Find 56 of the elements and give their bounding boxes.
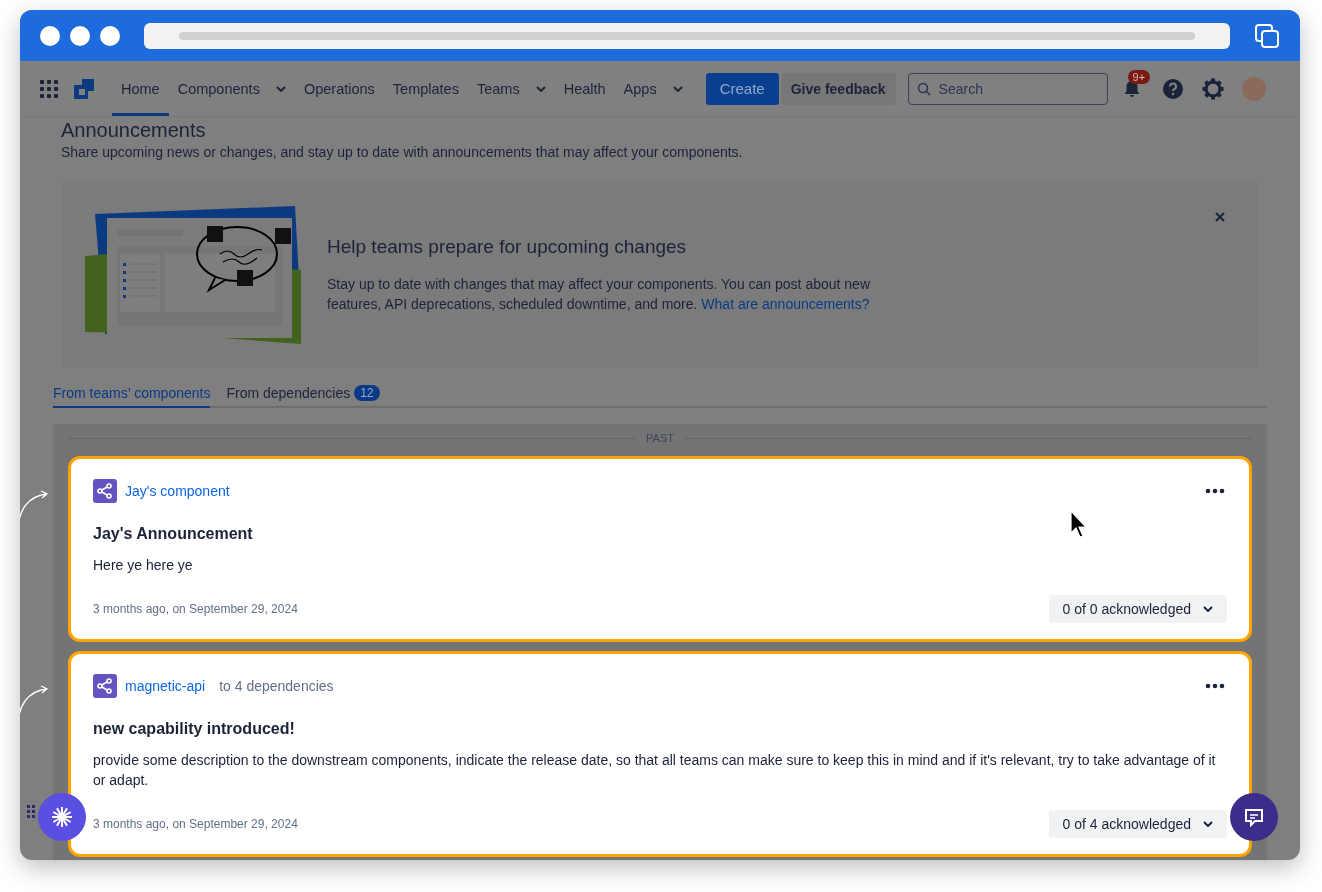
- tabs-icon[interactable]: [1254, 22, 1280, 49]
- nav-tab[interactable]: Teams: [467, 61, 555, 116]
- nav-tab[interactable]: Templates: [383, 61, 468, 116]
- announcement-date: 3 months ago, on September 29, 2024: [93, 817, 298, 831]
- announcement-date: 3 months ago, on September 29, 2024: [93, 602, 298, 616]
- nav-tab[interactable]: Health: [554, 61, 615, 116]
- announcement-title: new capability introduced!: [93, 720, 295, 738]
- learn-more-link[interactable]: What are announcements?: [701, 296, 870, 312]
- chevron-down-icon: [275, 85, 286, 92]
- announcement-body: provide some description to the downstream components, indicate the release date, so that all teams can make sure to keep this in mind and if it's relevant, try to take advantage of it or adapt.: [93, 751, 1217, 790]
- target-text: to 4 dependencies: [219, 678, 334, 694]
- window-control-icon[interactable]: [40, 25, 60, 46]
- content-tab[interactable]: From dependencies 12: [226, 380, 380, 408]
- drag-handle-icon[interactable]: [26, 804, 36, 818]
- create-button[interactable]: Create: [705, 72, 779, 105]
- component-icon: [93, 674, 117, 698]
- component-link[interactable]: Jay's component: [125, 483, 230, 499]
- component-icon: [93, 479, 117, 503]
- settings-icon[interactable]: [1201, 77, 1224, 100]
- announcement-title: Jay's Announcement: [93, 525, 253, 543]
- nav-tab[interactable]: Apps: [614, 61, 692, 116]
- search-field[interactable]: Search: [907, 72, 1108, 105]
- component-link[interactable]: magnetic-api: [125, 678, 206, 694]
- content-tab[interactable]: From teams’ components: [53, 380, 211, 408]
- search-icon: [916, 81, 931, 96]
- window-control-icon[interactable]: [100, 25, 120, 46]
- mouse-pointer-icon: [1070, 510, 1088, 538]
- banner-text: Stay up to date with changes that may affect your components. You can post about new features, API deprecations, scheduled downtime, and more. What are announcements?: [327, 275, 871, 314]
- help-icon[interactable]: [1161, 77, 1184, 100]
- app-switcher-icon[interactable]: [40, 79, 58, 98]
- page-subtitle: Share upcoming news or changes, and stay up to date with announcements that may affect your components.: [61, 144, 744, 160]
- chevron-down-icon: [535, 85, 546, 92]
- nav-tab[interactable]: Home: [112, 61, 169, 116]
- close-icon[interactable]: [1213, 210, 1227, 224]
- chevron-down-icon: [1203, 606, 1213, 612]
- more-options-icon[interactable]: [1203, 486, 1227, 496]
- chevron-down-icon: [672, 85, 683, 92]
- section-label: PAST: [646, 432, 674, 444]
- banner-title: Help teams prepare for upcoming changes: [327, 236, 688, 258]
- window-control-icon[interactable]: [70, 25, 90, 46]
- announcement-body: Here ye here ye: [93, 556, 194, 575]
- nav-tab[interactable]: Operations: [294, 61, 384, 116]
- chevron-down-icon: [1203, 821, 1213, 827]
- acknowledged-dropdown[interactable]: 0 of 4 acknowledged: [1048, 810, 1227, 838]
- more-options-icon[interactable]: [1203, 681, 1227, 691]
- logo-icon[interactable]: [74, 78, 94, 99]
- nav-tab[interactable]: Components: [168, 61, 295, 116]
- address-bar[interactable]: [144, 22, 1230, 49]
- notification-badge: 9+: [1127, 69, 1151, 84]
- give-feedback-button[interactable]: Give feedback: [780, 72, 896, 105]
- count-badge: 12: [354, 385, 380, 401]
- assistant-button[interactable]: [38, 793, 86, 841]
- page-title: Announcements: [61, 119, 207, 142]
- acknowledged-dropdown[interactable]: 0 of 0 acknowledged: [1048, 595, 1227, 623]
- chat-icon: [1244, 807, 1264, 827]
- sparkle-icon: [50, 805, 74, 829]
